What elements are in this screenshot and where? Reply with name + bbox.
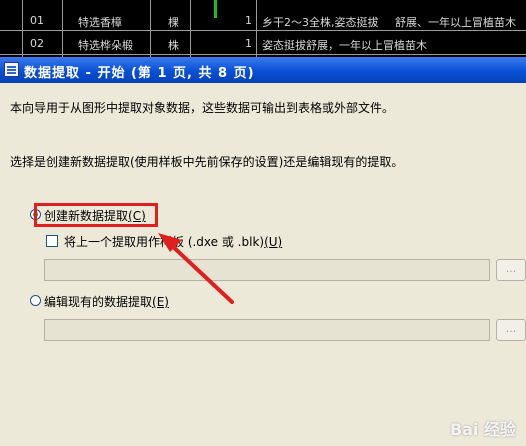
annotation-arrow-icon: [158, 233, 234, 304]
